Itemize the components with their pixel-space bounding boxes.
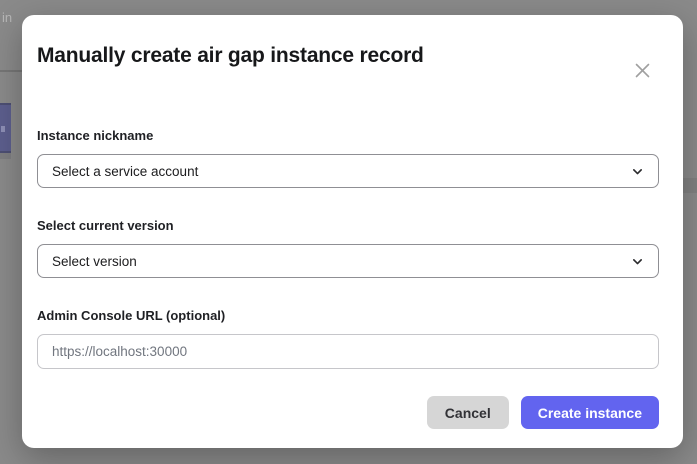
background-row-shadow (0, 153, 11, 159)
background-divider (0, 70, 22, 72)
current-version-select[interactable]: Select version (37, 244, 659, 278)
create-airgap-instance-modal: Manually create air gap instance record … (22, 15, 683, 448)
background-clipped-text: in (2, 10, 12, 25)
field-instance-nickname: Instance nickname Select a service accou… (37, 128, 659, 188)
instance-nickname-label: Instance nickname (37, 128, 659, 143)
chevron-down-icon (631, 255, 644, 268)
modal-title: Manually create air gap instance record (37, 44, 659, 68)
close-icon (634, 62, 651, 79)
background-row-marker (1, 126, 5, 132)
current-version-label: Select current version (37, 218, 659, 233)
modal-footer: Cancel Create instance (37, 396, 659, 429)
admin-console-url-label: Admin Console URL (optional) (37, 308, 659, 323)
instance-nickname-select[interactable]: Select a service account (37, 154, 659, 188)
cancel-button[interactable]: Cancel (427, 396, 509, 429)
field-admin-console-url: Admin Console URL (optional) (37, 308, 659, 369)
instance-nickname-select-value: Select a service account (52, 164, 631, 179)
field-current-version: Select current version Select version (37, 218, 659, 278)
background-right-patch (683, 178, 697, 193)
current-version-select-value: Select version (52, 254, 631, 269)
close-button[interactable] (631, 59, 653, 81)
chevron-down-icon (631, 165, 644, 178)
admin-console-url-input[interactable] (37, 334, 659, 369)
create-instance-button[interactable]: Create instance (521, 396, 659, 429)
